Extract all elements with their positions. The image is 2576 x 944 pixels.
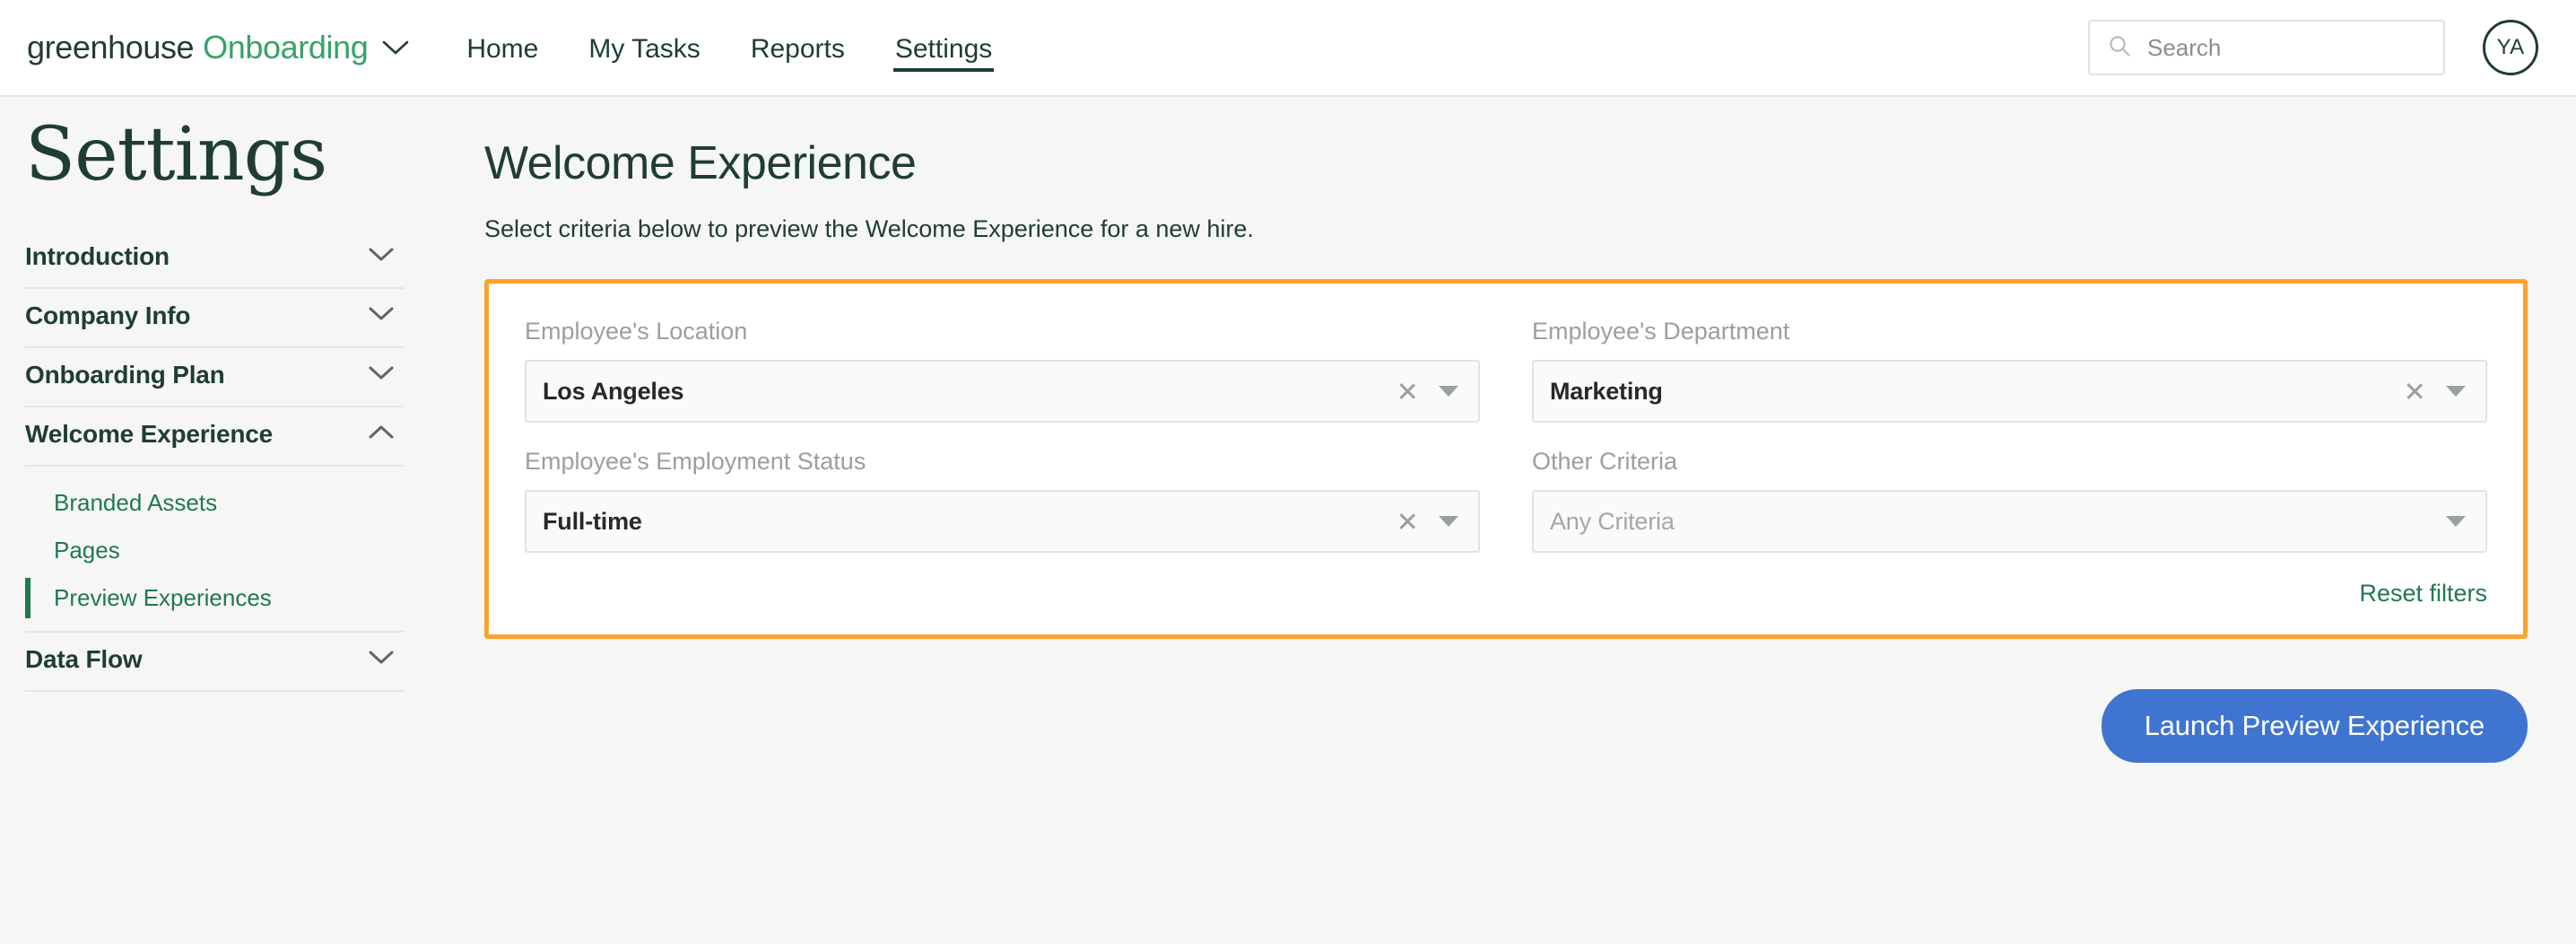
section-subtitle: Select criteria below to preview the Wel…: [484, 215, 1254, 242]
chevron-down-icon[interactable]: [368, 650, 395, 670]
sidebar-item-label: Introduction: [25, 242, 170, 271]
nav-item-my-tasks[interactable]: My Tasks: [588, 0, 700, 95]
avatar-initials: YA: [2496, 35, 2525, 59]
field-employee-department: Employee's Department Marketing: [1532, 318, 2487, 423]
avatar[interactable]: YA: [2483, 20, 2538, 75]
field-label: Employee's Employment Status: [525, 448, 866, 475]
chevron-down-icon[interactable]: [368, 306, 395, 327]
field-employee-location: Employee's Location Los Angeles: [525, 318, 1480, 423]
main-content: Welcome Experience Select criteria below…: [484, 97, 2576, 763]
sidebar-item-label: Onboarding Plan: [25, 361, 225, 389]
chevron-down-icon[interactable]: [382, 39, 409, 56]
clear-icon[interactable]: [2403, 380, 2426, 403]
select-value: Full-time: [543, 507, 642, 535]
page-title: Settings: [25, 112, 327, 197]
nav-item-reports[interactable]: Reports: [751, 0, 845, 95]
sidebar-item-pages[interactable]: Pages: [25, 527, 404, 574]
chevron-down-icon[interactable]: [1439, 516, 1458, 527]
chevron-down-icon[interactable]: [2446, 516, 2466, 527]
primary-nav: Home My Tasks Reports Settings: [466, 0, 995, 95]
brand-name: greenhouse: [27, 29, 195, 66]
sidebar-item-preview-experiences[interactable]: Preview Experiences: [25, 574, 404, 622]
search-box[interactable]: [2088, 20, 2445, 75]
search-input[interactable]: [2147, 33, 2425, 62]
field-label: Other Criteria: [1532, 448, 1678, 475]
field-other-criteria: Other Criteria Any Criteria: [1532, 448, 2487, 553]
brand-product: Onboarding: [203, 29, 369, 66]
filter-panel: Employee's Location Los Angeles Employee…: [484, 279, 2528, 639]
sidebar-item-company-info[interactable]: Company Info: [25, 289, 404, 349]
employee-department-select[interactable]: Marketing: [1532, 360, 2487, 423]
brand-logo[interactable]: greenhouse Onboarding: [27, 29, 409, 66]
clear-icon[interactable]: [1396, 510, 1419, 533]
employment-status-select[interactable]: Full-time: [525, 490, 1480, 553]
employee-location-select[interactable]: Los Angeles: [525, 360, 1480, 423]
chevron-down-icon[interactable]: [368, 247, 395, 267]
other-criteria-select[interactable]: Any Criteria: [1532, 490, 2487, 553]
header-right-cluster: YA: [2088, 20, 2538, 75]
sidebar-item-welcome-experience[interactable]: Welcome Experience: [25, 407, 404, 468]
select-value: Marketing: [1550, 377, 1663, 405]
sidebar-subitems: Branded Assets Pages Preview Experiences: [25, 467, 404, 634]
app-header: greenhouse Onboarding Home My Tasks Repo…: [0, 0, 2576, 97]
sidebar-item-branded-assets[interactable]: Branded Assets: [25, 479, 404, 527]
sidebar-section-welcome-experience: Welcome Experience Branded Assets Pages …: [25, 407, 404, 634]
filter-grid: Employee's Location Los Angeles Employee…: [525, 318, 2487, 553]
launch-preview-experience-button[interactable]: Launch Preview Experience: [2101, 689, 2528, 763]
sidebar-section-company-info: Company Info: [25, 289, 404, 349]
sidebar-item-label: Welcome Experience: [25, 420, 274, 449]
sidebar-section-introduction: Introduction: [25, 230, 404, 290]
sidebar-item-label: Data Flow: [25, 645, 143, 674]
page-body: Settings Introduction Company Info Onboa…: [0, 97, 2576, 944]
select-value: Los Angeles: [543, 377, 684, 405]
chevron-up-icon[interactable]: [368, 424, 395, 445]
sidebar-item-data-flow[interactable]: Data Flow: [25, 633, 404, 693]
field-label: Employee's Department: [1532, 318, 1790, 345]
nav-item-home[interactable]: Home: [466, 0, 538, 95]
chevron-down-icon[interactable]: [2446, 386, 2466, 397]
reset-row: Reset filters: [525, 580, 2487, 607]
nav-item-settings[interactable]: Settings: [892, 0, 995, 95]
search-icon: [2108, 34, 2131, 62]
sidebar-item-label: Company Info: [25, 302, 191, 330]
sidebar-section-onboarding-plan: Onboarding Plan: [25, 348, 404, 408]
select-value: Any Criteria: [1550, 507, 1675, 535]
clear-icon[interactable]: [1396, 380, 1419, 403]
chevron-down-icon[interactable]: [1439, 386, 1458, 397]
sidebar-section-data-flow: Data Flow: [25, 633, 404, 693]
field-employment-status: Employee's Employment Status Full-time: [525, 448, 1480, 553]
launch-row: Launch Preview Experience: [484, 689, 2528, 763]
settings-sidebar: Settings Introduction Company Info Onboa…: [0, 97, 484, 693]
section-title: Welcome Experience: [484, 137, 917, 189]
reset-filters-link[interactable]: Reset filters: [2359, 580, 2487, 607]
field-label: Employee's Location: [525, 318, 748, 345]
sidebar-item-onboarding-plan[interactable]: Onboarding Plan: [25, 348, 404, 408]
sidebar-item-introduction[interactable]: Introduction: [25, 230, 404, 290]
chevron-down-icon[interactable]: [368, 365, 395, 386]
